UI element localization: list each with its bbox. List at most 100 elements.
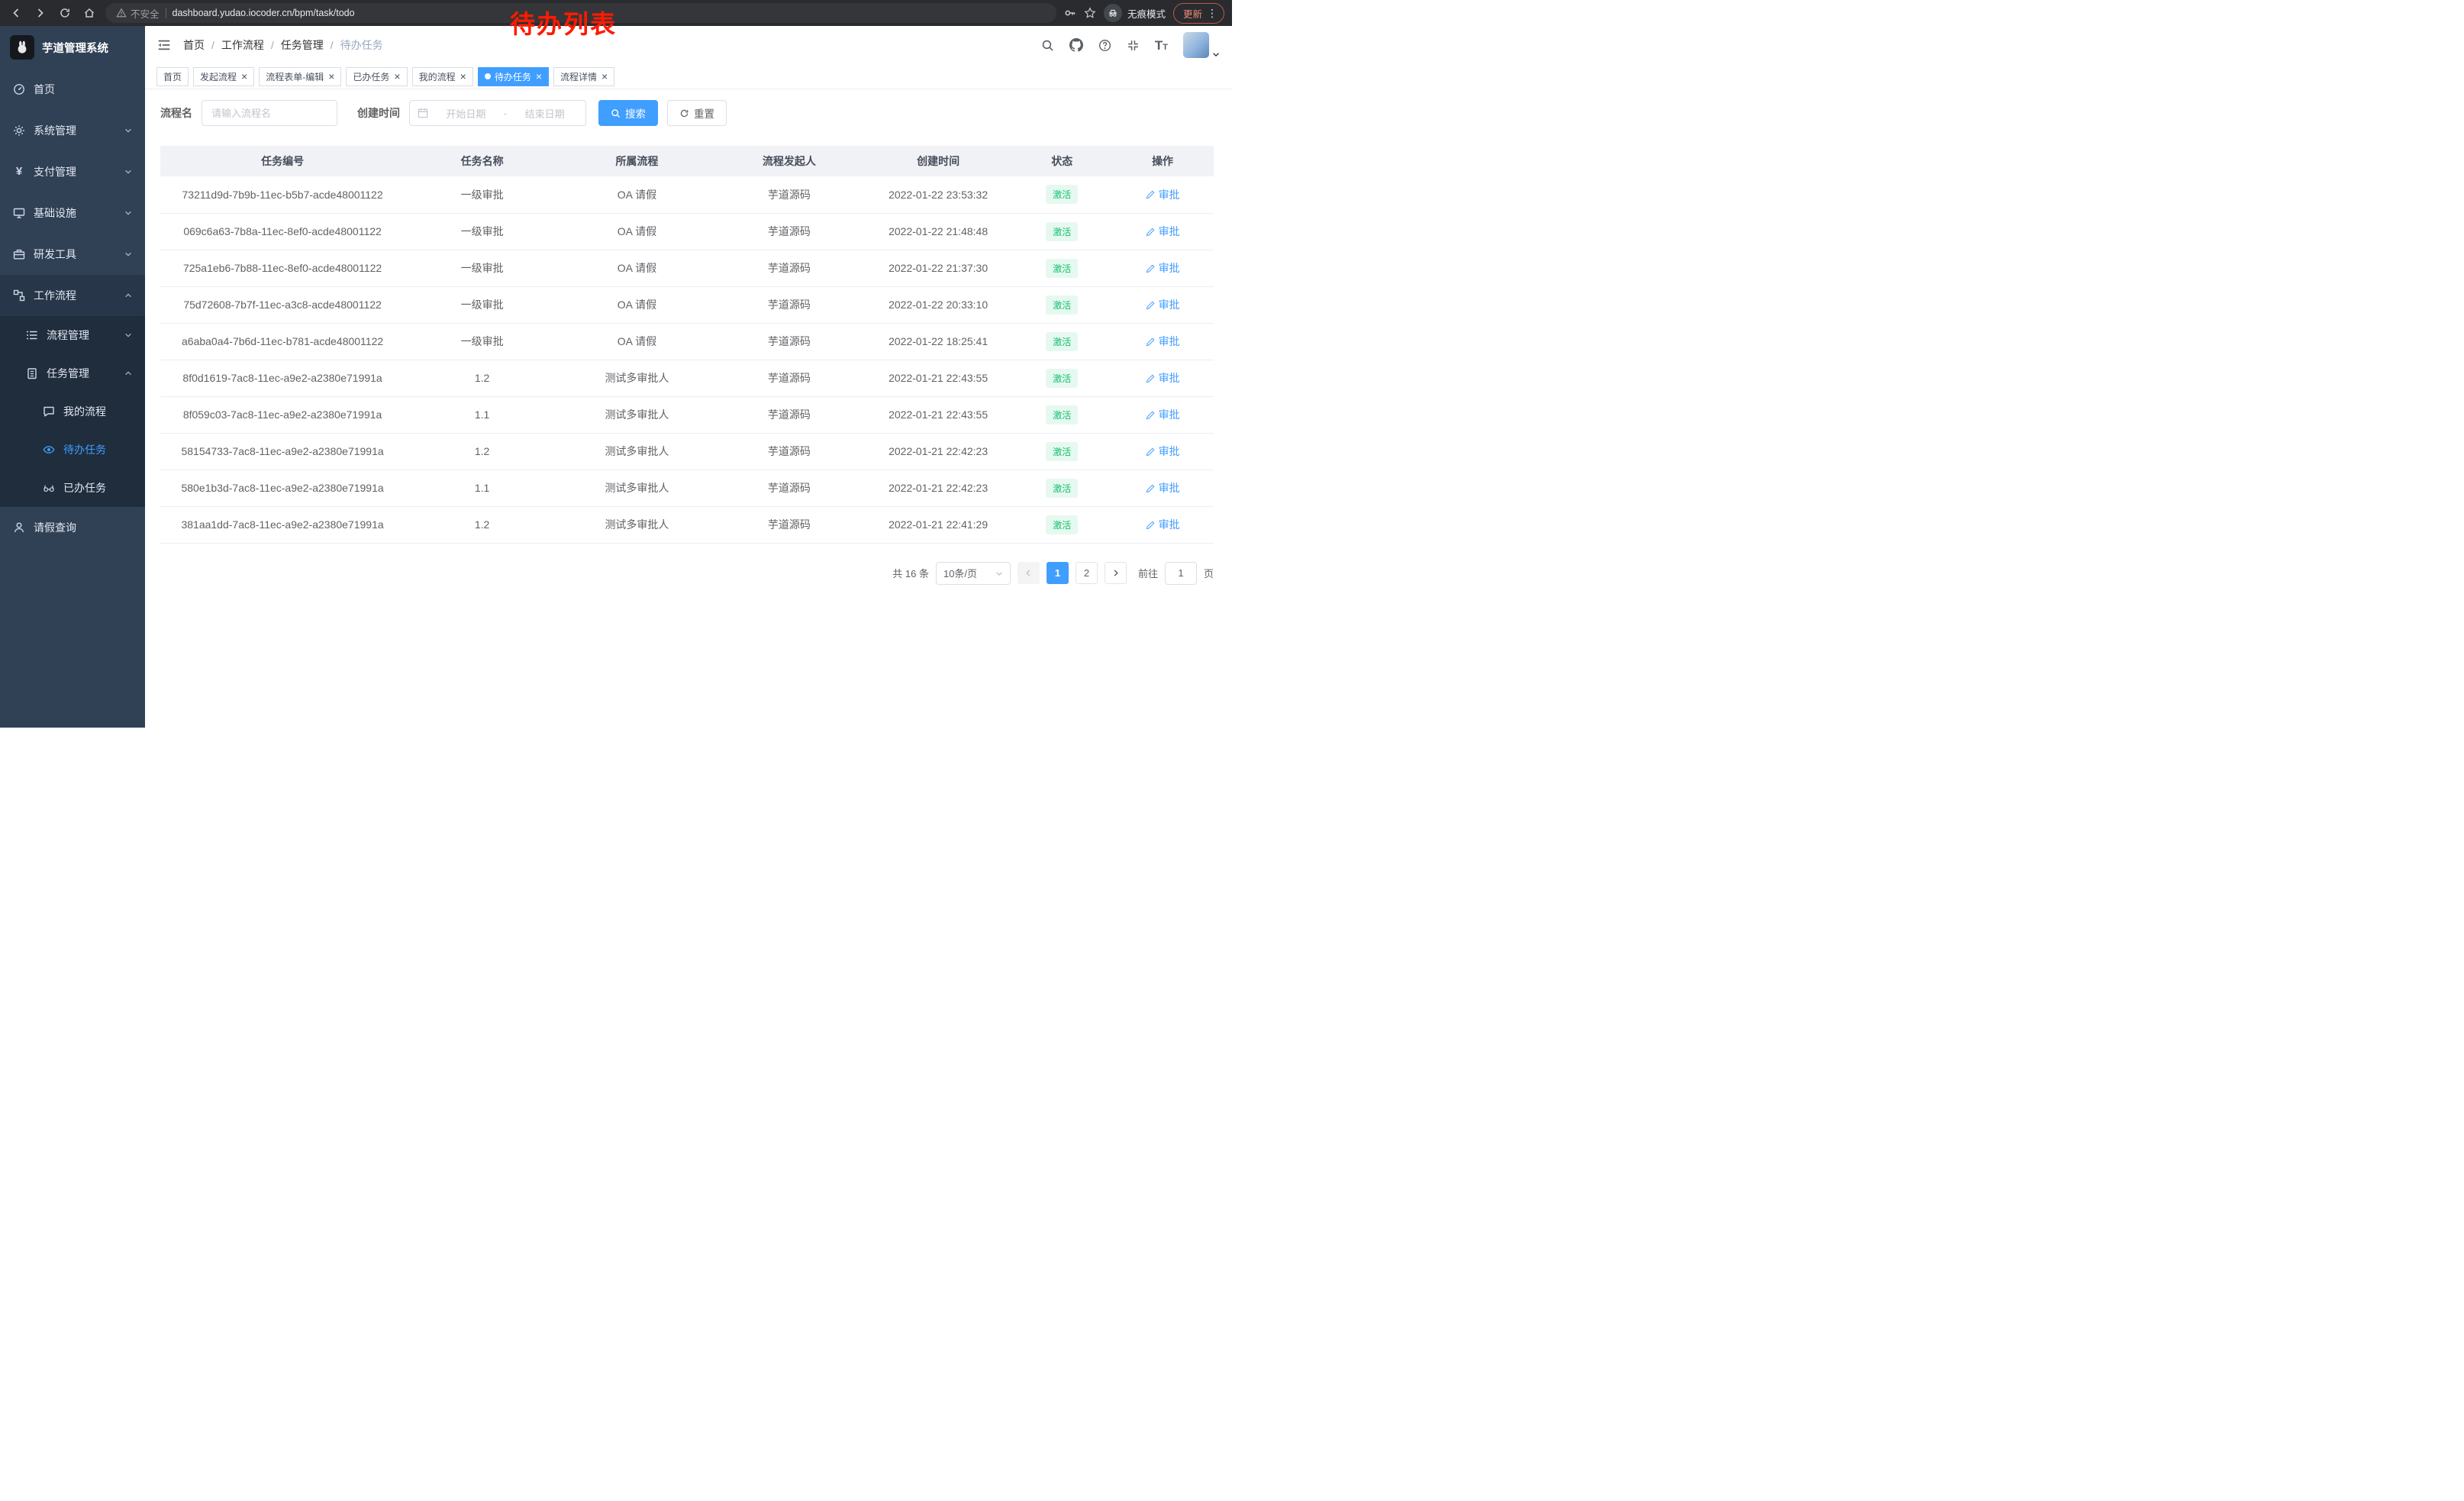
status-cell: 激活	[1012, 360, 1111, 396]
sidebar-item-label: 首页	[34, 82, 55, 97]
initiator-cell: 芋道源码	[714, 176, 864, 213]
page-button-1[interactable]: 1	[1047, 562, 1069, 584]
sidebar-item-infrastructure[interactable]: 基础设施	[0, 192, 145, 234]
back-icon[interactable]	[8, 5, 24, 21]
tab-item[interactable]: 流程详情×	[553, 67, 614, 86]
sidebar-item-home[interactable]: 首页	[0, 69, 145, 110]
tab-item[interactable]: 发起流程×	[193, 67, 254, 86]
breadcrumb-item[interactable]: 任务管理	[281, 37, 324, 53]
created-time-cell: 2022-01-21 22:42:23	[864, 470, 1013, 506]
approve-link[interactable]: 审批	[1146, 517, 1180, 532]
close-icon[interactable]: ×	[241, 71, 247, 82]
hamburger-icon[interactable]	[157, 38, 171, 52]
incognito-icon	[1104, 4, 1122, 22]
security-status[interactable]: 不安全	[116, 6, 160, 21]
sidebar-item-my-process[interactable]: 我的流程	[0, 392, 145, 431]
help-icon[interactable]	[1098, 39, 1111, 52]
goto-page-input[interactable]	[1165, 562, 1197, 585]
initiator-cell: 芋道源码	[714, 470, 864, 506]
reset-button[interactable]: 重置	[667, 100, 727, 126]
close-icon[interactable]: ×	[394, 71, 400, 82]
insecure-label: 不安全	[131, 6, 160, 21]
address-bar[interactable]: 不安全 dashboard.yudao.iocoder.cn/bpm/task/…	[105, 3, 1056, 23]
avatar[interactable]	[1183, 32, 1209, 58]
approve-link[interactable]: 审批	[1146, 444, 1180, 459]
filter-bar: 流程名 创建时间 开始日期 - 结束日期 搜索 重置	[160, 100, 1214, 126]
font-size-icon[interactable]: TT	[1155, 39, 1168, 52]
breadcrumb-item[interactable]: 首页	[183, 37, 205, 53]
approve-link[interactable]: 审批	[1146, 480, 1180, 495]
initiator-cell: 芋道源码	[714, 396, 864, 433]
app-title: 芋道管理系统	[42, 40, 108, 56]
approve-link[interactable]: 审批	[1146, 224, 1180, 239]
sidebar-item-system[interactable]: 系统管理	[0, 110, 145, 151]
sidebar-item-process-mgmt[interactable]: 流程管理	[0, 316, 145, 354]
tab-item[interactable]: 首页	[156, 67, 189, 86]
approve-link[interactable]: 审批	[1146, 334, 1180, 349]
task-table-body: 73211d9d-7b9b-11ec-b5b7-acde48001122一级审批…	[160, 176, 1214, 543]
app-logo: 芋道管理系统	[0, 26, 145, 69]
task-id-cell: 75d72608-7b7f-11ec-a3c8-acde48001122	[160, 286, 405, 323]
url-text[interactable]: dashboard.yudao.iocoder.cn/bpm/task/todo	[173, 8, 355, 18]
tab-item[interactable]: 待办任务×	[478, 67, 549, 86]
start-date-placeholder[interactable]: 开始日期	[433, 106, 499, 121]
key-icon[interactable]	[1064, 7, 1076, 19]
sidebar-item-workflow[interactable]: 工作流程	[0, 275, 145, 316]
approve-link[interactable]: 审批	[1146, 297, 1180, 312]
approve-link[interactable]: 审批	[1146, 187, 1180, 202]
warning-icon	[116, 8, 127, 18]
sidebar-item-devtools[interactable]: 研发工具	[0, 234, 145, 275]
breadcrumb-item[interactable]: 工作流程	[221, 37, 264, 53]
created-time-cell: 2022-01-21 22:43:55	[864, 396, 1013, 433]
created-time-cell: 2022-01-22 21:37:30	[864, 250, 1013, 286]
status-cell: 激活	[1012, 176, 1111, 213]
reload-icon[interactable]	[56, 5, 73, 21]
created-time-cell: 2022-01-22 18:25:41	[864, 323, 1013, 360]
chevron-down-icon	[124, 331, 132, 339]
sidebar-item-done-tasks[interactable]: 已办任务	[0, 469, 145, 507]
process-cell: OA 请假	[560, 176, 714, 213]
search-icon[interactable]	[1041, 39, 1054, 52]
close-icon[interactable]: ×	[601, 71, 608, 82]
sidebar: 芋道管理系统 首页 系统管理 ¥ 支付管理 基础设施 研发工具	[0, 26, 145, 728]
forward-icon[interactable]	[32, 5, 49, 21]
breadcrumb-separator: /	[331, 39, 334, 51]
sidebar-item-label: 研发工具	[34, 247, 76, 262]
sidebar-item-task-mgmt[interactable]: 任务管理	[0, 354, 145, 392]
status-badge: 激活	[1046, 295, 1078, 315]
edit-icon	[1146, 263, 1156, 273]
github-icon[interactable]	[1069, 38, 1083, 52]
tab-label: 流程表单-编辑	[266, 70, 324, 83]
close-icon[interactable]: ×	[328, 71, 334, 82]
page-size-select[interactable]: 10条/页	[936, 562, 1011, 585]
star-icon[interactable]	[1084, 7, 1096, 19]
process-name-input[interactable]	[202, 100, 337, 126]
sidebar-item-leave-query[interactable]: 请假查询	[0, 507, 145, 548]
home-icon[interactable]	[81, 5, 98, 21]
approve-link[interactable]: 审批	[1146, 407, 1180, 422]
close-icon[interactable]: ×	[460, 71, 466, 82]
search-button[interactable]: 搜索	[598, 100, 658, 126]
workflow-icon	[13, 289, 25, 302]
prev-page-button[interactable]	[1018, 562, 1040, 584]
fullscreen-icon[interactable]	[1127, 39, 1140, 52]
date-range-picker[interactable]: 开始日期 - 结束日期	[409, 100, 586, 126]
sidebar-item-payment[interactable]: ¥ 支付管理	[0, 151, 145, 192]
approve-link[interactable]: 审批	[1146, 370, 1180, 386]
next-page-button[interactable]	[1105, 562, 1127, 584]
page-button-2[interactable]: 2	[1076, 562, 1098, 584]
tab-item[interactable]: 流程表单-编辑 ×	[259, 67, 341, 86]
menu-dots-icon[interactable]: ⋮	[1207, 7, 1217, 20]
created-time-cell: 2022-01-22 23:53:32	[864, 176, 1013, 213]
approve-link[interactable]: 审批	[1146, 260, 1180, 276]
process-name-label: 流程名	[160, 105, 192, 121]
tab-item[interactable]: 已办任务×	[346, 67, 407, 86]
approve-label: 审批	[1159, 297, 1180, 312]
user-menu[interactable]	[1183, 32, 1220, 58]
sidebar-item-todo-tasks[interactable]: 待办任务	[0, 431, 145, 469]
end-date-placeholder[interactable]: 结束日期	[511, 106, 578, 121]
update-button[interactable]: 更新 ⋮	[1173, 3, 1224, 24]
close-icon[interactable]: ×	[536, 71, 542, 82]
tab-item[interactable]: 我的流程×	[412, 67, 473, 86]
initiator-cell: 芋道源码	[714, 213, 864, 250]
